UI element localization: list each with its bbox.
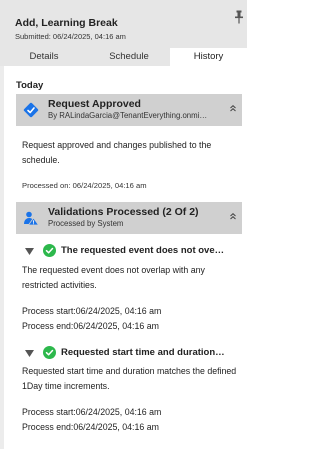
chevron-up-icon[interactable]	[229, 212, 237, 220]
validation-item-1-end: Process end:06/24/2025, 04:16 am	[22, 321, 159, 331]
submitted-date: Submitted: 06/24/2025, 04:16 am	[15, 32, 126, 41]
validation-item-2-title: Requested start time and duration…	[61, 347, 225, 358]
validation-item-1-title: The requested event does not ove…	[61, 245, 225, 256]
validations-by: Processed by System	[48, 219, 124, 228]
check-circle-icon	[43, 346, 56, 359]
diamond-arrow-icon	[23, 102, 39, 118]
validation-item-2-message: Requested start time and duration matche…	[22, 366, 237, 391]
request-title: Add, Learning Break	[15, 17, 118, 29]
tab-details[interactable]: Details	[0, 48, 88, 66]
tab-schedule[interactable]: Schedule	[88, 48, 170, 66]
validations-title: Validations Processed (2 Of 2)	[48, 206, 199, 218]
pin-icon[interactable]	[234, 10, 244, 24]
validation-item-2-start: Process start:06/24/2025, 04:16 am	[22, 407, 162, 417]
validation-item-2-header[interactable]: Requested start time and duration…	[22, 346, 242, 360]
tab-bar: Details Schedule History	[0, 48, 247, 68]
request-approved-header[interactable]: Request Approved By RALindaGarcia@Tenant…	[16, 94, 242, 126]
caret-down-icon[interactable]	[25, 350, 34, 357]
validation-item-1-start: Process start:06/24/2025, 04:16 am	[22, 306, 162, 316]
person-alert-icon	[24, 211, 39, 226]
tab-history[interactable]: History	[170, 48, 247, 68]
history-group-today: Today	[16, 80, 44, 91]
approved-by: By RALindaGarcia@TenantEverything.onmi…	[48, 111, 208, 120]
approval-message: Request approved and changes published t…	[22, 140, 212, 165]
validations-header[interactable]: Validations Processed (2 Of 2) Processed…	[16, 202, 242, 234]
caret-down-icon[interactable]	[25, 248, 34, 255]
request-approved-title: Request Approved	[48, 98, 141, 110]
chevron-up-icon[interactable]	[229, 104, 237, 112]
panel-header: Add, Learning Break Submitted: 06/24/202…	[0, 0, 247, 48]
check-circle-icon	[43, 244, 56, 257]
processed-on: Processed on: 06/24/2025, 04:16 am	[22, 181, 147, 190]
validation-item-1-header[interactable]: The requested event does not ove…	[22, 244, 242, 258]
validation-item-2-end: Process end:06/24/2025, 04:16 am	[22, 422, 159, 432]
validation-item-1-message: The requested event does not overlap wit…	[22, 265, 205, 290]
left-edge-strip	[0, 66, 4, 449]
